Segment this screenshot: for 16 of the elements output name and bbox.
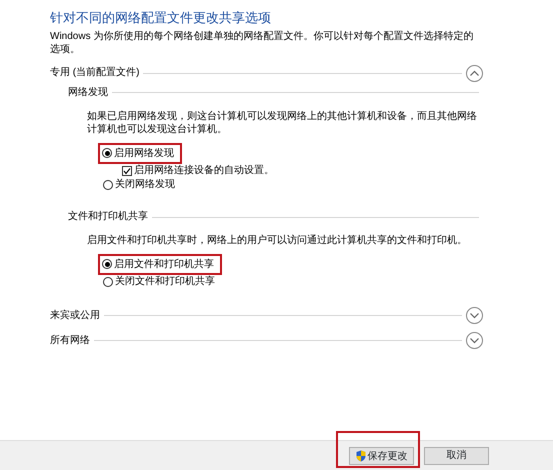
section-label: 专用 (当前配置文件)	[50, 66, 140, 80]
save-button[interactable]: 保存更改	[349, 447, 414, 465]
description-text: Windows 为你所使用的每个网络创建单独的网络配置文件。你可以针对每个配置文件选择特定的选项。	[50, 30, 474, 57]
page-title: 针对不同的网络配置文件更改共享选项	[50, 10, 272, 26]
radio-label[interactable]: 启用文件和打印机共享	[114, 258, 214, 272]
radio-label[interactable]: 关闭文件和打印机共享	[115, 275, 215, 289]
radio-label[interactable]: 关闭网络发现	[115, 178, 175, 192]
subsection-label: 网络发现	[68, 86, 108, 100]
radio-label[interactable]: 启用网络发现	[114, 146, 174, 160]
subsection-label: 文件和打印机共享	[68, 210, 148, 224]
section-label: 所有网络	[50, 334, 90, 348]
cancel-button[interactable]: 取消	[424, 446, 489, 464]
section-label: 来宾或公用	[50, 308, 100, 322]
description-text: 启用文件和打印机共享时，网络上的用户可以访问通过此计算机共享的文件和打印机。	[87, 234, 468, 248]
description-text: 如果已启用网络发现，则这台计算机可以发现网络上的其他计算机和设备，而且其他网络计算机也可以发现这台计算机。	[87, 110, 478, 137]
checkbox-label[interactable]: 启用网络连接设备的自动设置。	[134, 164, 274, 178]
